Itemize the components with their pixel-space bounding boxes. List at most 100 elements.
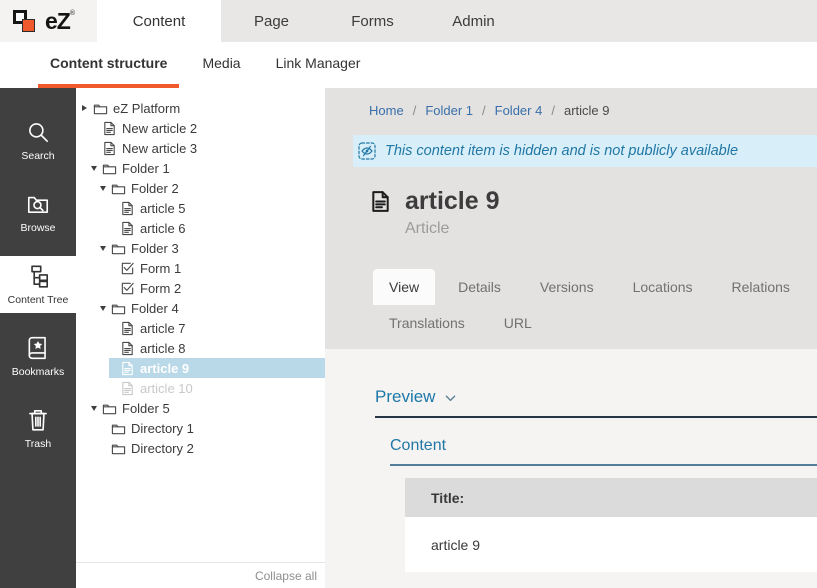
- sidebar-item-trash[interactable]: Trash: [0, 400, 76, 457]
- folder-icon: [111, 181, 126, 196]
- tree-item-article-5[interactable]: article 5: [76, 198, 325, 218]
- sidebar-item-label: Content Tree: [8, 294, 69, 306]
- collapse-all-button[interactable]: Collapse all: [255, 569, 317, 583]
- folder-icon: [111, 241, 126, 256]
- main-content: Home / Folder 1 / Folder 4 / article 9 This co…: [325, 88, 817, 588]
- article-icon: [120, 341, 135, 356]
- tree-item-label: article 10: [140, 381, 193, 396]
- tab-details[interactable]: Details: [442, 269, 517, 305]
- sidebar-item-bookmarks[interactable]: Bookmarks: [0, 328, 76, 385]
- breadcrumb-link-folder-4[interactable]: Folder 4: [495, 103, 543, 118]
- preview-section: Preview: [375, 387, 817, 418]
- collapse-arrow-icon[interactable]: [100, 186, 111, 191]
- sub-nav-tab-content-structure[interactable]: Content structure: [38, 42, 179, 88]
- tree-item-directory-1[interactable]: Directory 1: [76, 418, 325, 438]
- trash-icon: [25, 407, 51, 433]
- sidebar-item-content-tree[interactable]: Content Tree: [0, 256, 76, 313]
- folder-icon: [102, 161, 117, 176]
- tree-item-article-10[interactable]: article 10: [76, 378, 325, 398]
- tree-item-folder-5[interactable]: Folder 5: [76, 398, 325, 418]
- alert-text: This content item is hidden and is not p…: [385, 143, 738, 159]
- article-icon: [120, 381, 135, 396]
- expand-arrow-icon[interactable]: [82, 105, 93, 111]
- tree-item-article-6[interactable]: article 6: [76, 218, 325, 238]
- tree-item-article-8[interactable]: article 8: [76, 338, 325, 358]
- collapse-arrow-icon[interactable]: [91, 166, 102, 171]
- preview-heading: Preview: [375, 387, 435, 407]
- tree-item-label: Folder 1: [122, 161, 170, 176]
- logo-text: eZ®: [45, 8, 75, 35]
- tree-item-label: article 7: [140, 321, 186, 336]
- article-icon: [102, 141, 117, 156]
- tab-translations[interactable]: Translations: [373, 305, 481, 341]
- tree-item-label: Directory 1: [131, 421, 194, 436]
- tree-item-label: Folder 3: [131, 241, 179, 256]
- field-label: Title:: [405, 478, 817, 517]
- breadcrumb-link-home[interactable]: Home: [369, 103, 404, 118]
- sub-nav-tab-link-manager[interactable]: Link Manager: [264, 42, 373, 88]
- tree-item-ez-platform[interactable]: eZ Platform: [76, 98, 325, 118]
- tree-item-label: article 6: [140, 221, 186, 236]
- tab-locations[interactable]: Locations: [617, 269, 709, 305]
- folder-icon: [111, 441, 126, 456]
- tab-versions[interactable]: Versions: [524, 269, 610, 305]
- tree-item-new-article-2[interactable]: New article 2: [76, 118, 325, 138]
- top-nav: ContentPageFormsAdmin: [97, 0, 817, 42]
- tree-item-label: Directory 2: [131, 441, 194, 456]
- tree-item-form-1[interactable]: Form 1: [76, 258, 325, 278]
- preview-toggle[interactable]: Preview: [375, 387, 457, 407]
- tree-item-label: article 9: [140, 361, 189, 376]
- breadcrumb-separator: /: [551, 103, 555, 118]
- content-section-heading: Content: [390, 437, 817, 466]
- tab-view[interactable]: View: [373, 269, 435, 305]
- sidebar-item-search[interactable]: Search: [0, 112, 76, 169]
- article-icon: [120, 361, 135, 376]
- folder-icon: [111, 421, 126, 436]
- page-title: article 9: [405, 187, 500, 216]
- content-tree-icon: [25, 263, 51, 289]
- tree-item-folder-4[interactable]: Folder 4: [76, 298, 325, 318]
- tree-item-label: eZ Platform: [113, 101, 180, 116]
- workspace: Search Browse Content Tree Bookmarks Trash e…: [0, 88, 817, 588]
- tree-item-folder-1[interactable]: Folder 1: [76, 158, 325, 178]
- tab-relations[interactable]: Relations: [716, 269, 806, 305]
- breadcrumb-link-folder-1[interactable]: Folder 1: [425, 103, 473, 118]
- tree-item-article-7[interactable]: article 7: [76, 318, 325, 338]
- tab-row: TranslationsURL: [373, 305, 817, 341]
- tree-item-folder-2[interactable]: Folder 2: [76, 178, 325, 198]
- article-type-icon: [369, 188, 392, 215]
- secondary-nav: Content structureMedia Link Manager: [0, 42, 817, 88]
- tree-item-label: article 8: [140, 341, 186, 356]
- tree-item-article-9[interactable]: article 9: [76, 358, 325, 378]
- top-nav-tab-content[interactable]: Content: [97, 0, 221, 42]
- collapse-arrow-icon[interactable]: [100, 246, 111, 251]
- breadcrumb-separator: /: [413, 103, 417, 118]
- article-icon: [120, 221, 135, 236]
- tree-item-directory-2[interactable]: Directory 2: [76, 438, 325, 458]
- sidebar-item-label: Trash: [25, 438, 51, 450]
- top-nav-tab-admin[interactable]: Admin: [423, 0, 524, 42]
- registered-mark: ®: [70, 10, 75, 17]
- breadcrumb-separator: /: [482, 103, 486, 118]
- ez-logo[interactable]: eZ®: [0, 0, 97, 42]
- tree-item-label: Folder 5: [122, 401, 170, 416]
- tree-item-new-article-3[interactable]: New article 3: [76, 138, 325, 158]
- sidebar-item-label: Bookmarks: [12, 366, 65, 378]
- tree-item-label: Form 1: [140, 261, 181, 276]
- sidebar-item-browse[interactable]: Browse: [0, 184, 76, 241]
- article-icon: [120, 321, 135, 336]
- browse-icon: [25, 191, 51, 217]
- sub-nav-tab-media[interactable]: Media: [190, 42, 252, 88]
- collapse-arrow-icon[interactable]: [91, 406, 102, 411]
- tab-url[interactable]: URL: [488, 305, 548, 341]
- tree-item-form-2[interactable]: Form 2: [76, 278, 325, 298]
- folder-icon: [93, 101, 108, 116]
- content-tree-panel: eZ Platform New article 2New article 3 Fol…: [76, 88, 325, 588]
- tree-item-folder-3[interactable]: Folder 3: [76, 238, 325, 258]
- breadcrumb-current: article 9: [564, 103, 610, 118]
- collapse-arrow-icon[interactable]: [100, 306, 111, 311]
- tree-item-label: Folder 2: [131, 181, 179, 196]
- top-nav-tab-forms[interactable]: Forms: [322, 0, 423, 42]
- top-nav-tab-page[interactable]: Page: [221, 0, 322, 42]
- article-icon: [102, 121, 117, 136]
